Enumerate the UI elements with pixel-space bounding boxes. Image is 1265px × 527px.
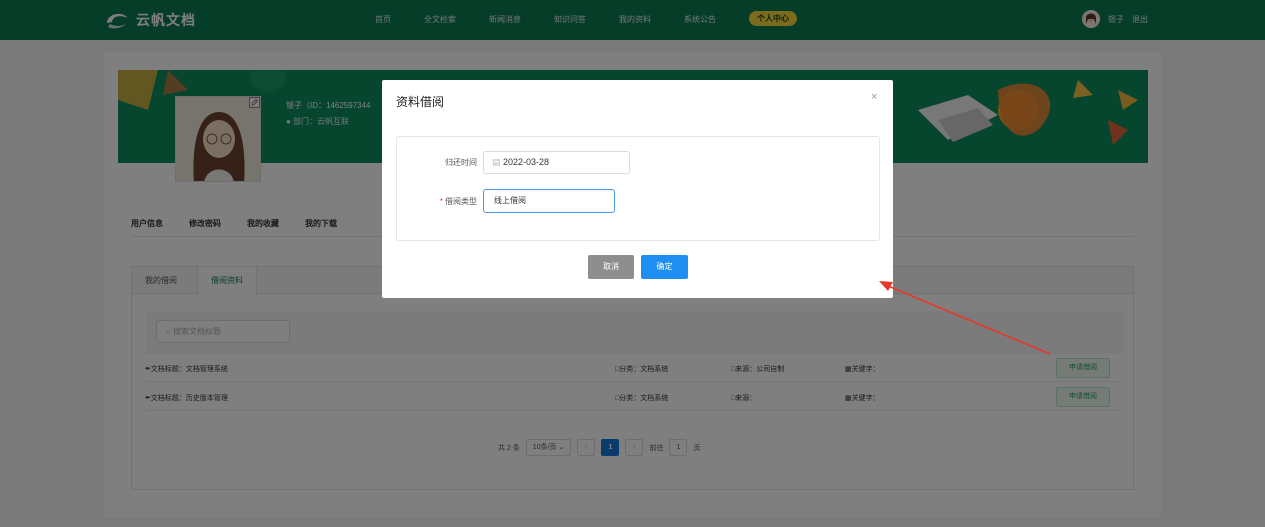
borrow-form: 归还时间 ▤ 2022-03-28 * 借阅类型 线上借阅 bbox=[396, 136, 880, 241]
borrow-type-input[interactable]: 线上借阅 bbox=[483, 189, 615, 213]
borrow-type-label-text: 借阅类型 bbox=[445, 197, 477, 206]
close-icon[interactable]: × bbox=[871, 91, 877, 103]
borrow-type-label: * 借阅类型 bbox=[397, 196, 477, 207]
calendar-icon: ▤ bbox=[492, 157, 504, 167]
return-time-label: 归还时间 bbox=[445, 158, 477, 167]
confirm-button[interactable]: 确定 bbox=[641, 255, 688, 279]
borrow-dialog: 资料借阅 × 归还时间 ▤ 2022-03-28 * 借阅类型 线上借阅 取消 确… bbox=[382, 80, 893, 298]
cancel-button[interactable]: 取消 bbox=[588, 255, 634, 279]
return-date-picker[interactable]: ▤ 2022-03-28 bbox=[483, 151, 630, 174]
dialog-title: 资料借阅 bbox=[396, 95, 445, 109]
return-date-value: 2022-03-28 bbox=[503, 157, 550, 167]
required-mark: * bbox=[439, 197, 443, 206]
